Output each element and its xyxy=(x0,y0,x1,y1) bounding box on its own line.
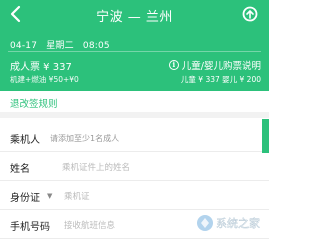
adult-tax-detail: 机建+燃油 ¥50+¥0 xyxy=(10,75,79,84)
trip-header: 宁波 — 兰州 04-17 星期二 08:05 成人票 ¥ 337 机建+燃油 … xyxy=(0,0,269,91)
name-row: 姓名 乘机证件上的姓名 xyxy=(0,153,269,181)
child-ticket-info-label: 儿童/婴儿购票说明 xyxy=(181,61,261,72)
refund-rule-link[interactable]: 退改签规则 xyxy=(10,96,58,110)
passenger-row[interactable]: 乘机人 请添加至少1名成人 xyxy=(0,124,269,152)
adult-price: 成人票 ¥ 337 xyxy=(10,62,72,73)
phone-input[interactable]: 接收航班信息 xyxy=(64,219,115,231)
watermark-logo: 系统之家 xyxy=(197,215,260,231)
name-label: 姓名 xyxy=(10,164,30,175)
nav-bar: 宁波 — 兰州 xyxy=(0,0,269,30)
id-row: 身份证 ▼ 乘机证 xyxy=(0,182,269,210)
flight-time: 08:05 xyxy=(82,41,110,51)
id-type-label[interactable]: 身份证 xyxy=(10,189,40,204)
header-divider xyxy=(8,51,261,52)
name-input[interactable]: 乘机证件上的姓名 xyxy=(62,161,130,173)
passenger-hint: 请添加至少1名成人 xyxy=(50,134,120,143)
id-number-input[interactable]: 乘机证 xyxy=(64,190,90,202)
flight-weekday: 星期二 xyxy=(46,41,74,51)
chevron-down-icon[interactable]: ▼ xyxy=(47,192,52,200)
flight-date: 04-17 xyxy=(10,41,38,51)
watermark-text: 系统之家 xyxy=(216,216,260,230)
phone-label: 手机号码 xyxy=(10,222,50,233)
info-icon: i xyxy=(168,60,179,70)
add-passenger-button[interactable] xyxy=(262,119,269,153)
flight-date-row: 04-17 星期二 08:05 xyxy=(10,38,116,51)
passenger-label: 乘机人 xyxy=(10,135,40,146)
refund-rule-row: 退改签规则 xyxy=(0,91,269,118)
child-price-detail: 儿童 ¥ 337 婴儿 ¥ 200 xyxy=(180,75,261,84)
share-icon[interactable] xyxy=(241,5,259,23)
route-title: 宁波 — 兰州 xyxy=(96,10,173,25)
child-ticket-info-link[interactable]: i 儿童/婴儿购票说明 xyxy=(168,58,261,72)
